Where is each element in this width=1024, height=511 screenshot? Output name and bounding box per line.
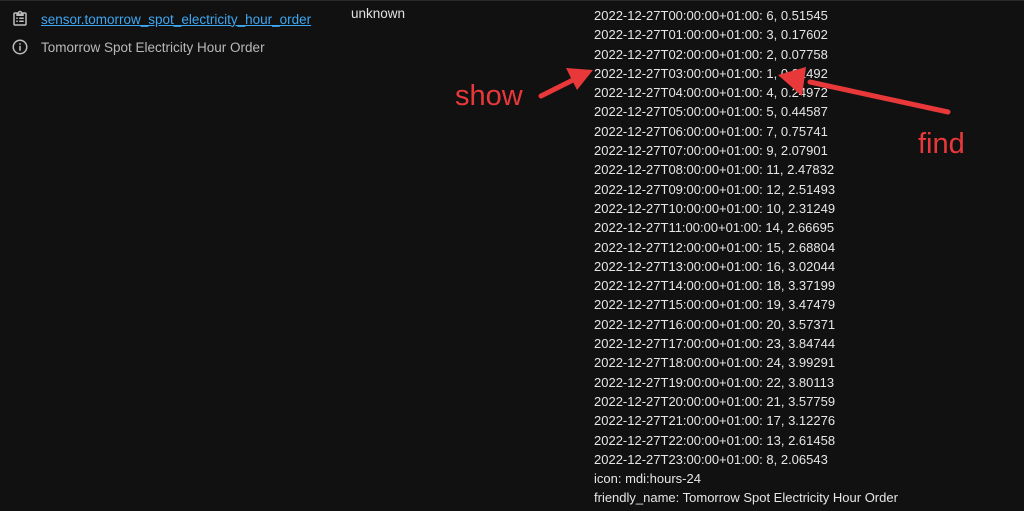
friendly-name-row: Tomorrow Spot Electricity Hour Order	[10, 36, 265, 58]
attribute-row: 2022-12-27T09:00:00+01:00: 12, 2.51493	[594, 181, 836, 197]
info-icon	[10, 37, 30, 57]
clipboard-list-icon	[10, 9, 30, 29]
attribute-row: 2022-12-27T14:00:00+01:00: 18, 3.37199	[594, 278, 836, 294]
attribute-row: icon: mdi:hours-24	[594, 471, 701, 487]
attribute-row: 2022-12-27T20:00:00+01:00: 21, 3.57759	[594, 393, 836, 409]
state-value: unknown	[351, 6, 406, 21]
attribute-row: 2022-12-27T11:00:00+01:00: 14, 2.66695	[594, 220, 835, 236]
attribute-row: 2022-12-27T01:00:00+01:00: 3, 0.17602	[594, 27, 828, 43]
attribute-row: 2022-12-27T19:00:00+01:00: 22, 3.80113	[594, 374, 835, 390]
attribute-row: 2022-12-27T05:00:00+01:00: 5, 0.44587	[594, 104, 828, 120]
attribute-row: 2022-12-27T13:00:00+01:00: 16, 3.02044	[594, 258, 836, 274]
attribute-row: 2022-12-27T18:00:00+01:00: 24, 3.99291	[594, 355, 836, 371]
attribute-row: 2022-12-27T06:00:00+01:00: 7, 0.75741	[594, 123, 828, 139]
attribute-row: 2022-12-27T12:00:00+01:00: 15, 2.68804	[594, 239, 836, 255]
attribute-row: 2022-12-27T23:00:00+01:00: 8, 2.06543	[594, 451, 828, 467]
attribute-row: 2022-12-27T00:00:00+01:00: 6, 0.51545	[594, 8, 828, 23]
show-arrow	[538, 68, 593, 99]
attribute-row: 2022-12-27T02:00:00+01:00: 2, 0.07758	[594, 46, 828, 62]
annotation-find: find	[918, 128, 965, 160]
attribute-row: 2022-12-27T08:00:00+01:00: 11, 2.47832	[594, 162, 835, 178]
entity-id-link[interactable]: sensor.tomorrow_spot_electricity_hour_or…	[41, 12, 311, 27]
attribute-row: 2022-12-27T16:00:00+01:00: 20, 3.57371	[594, 316, 836, 332]
attribute-row: 2022-12-27T17:00:00+01:00: 23, 3.84744	[594, 336, 836, 352]
attribute-row: 2022-12-27T03:00:00+01:00: 1, 0.02492	[594, 65, 828, 81]
friendly-name-text: Tomorrow Spot Electricity Hour Order	[41, 39, 265, 55]
attribute-row: 2022-12-27T21:00:00+01:00: 17, 3.12276	[594, 413, 836, 429]
attributes-list: 2022-12-27T00:00:00+01:00: 6, 0.51545 202…	[594, 6, 898, 508]
attribute-row: 2022-12-27T15:00:00+01:00: 19, 3.47479	[594, 297, 836, 313]
attribute-row: 2022-12-27T10:00:00+01:00: 10, 2.31249	[594, 200, 836, 216]
attribute-row: 2022-12-27T07:00:00+01:00: 9, 2.07901	[594, 143, 828, 159]
entity-id-row: sensor.tomorrow_spot_electricity_hour_or…	[10, 8, 311, 30]
attribute-row: 2022-12-27T22:00:00+01:00: 13, 2.61458	[594, 432, 836, 448]
annotation-show: show	[455, 80, 523, 112]
attribute-row: friendly_name: Tomorrow Spot Electricity…	[594, 490, 898, 506]
attribute-row: 2022-12-27T04:00:00+01:00: 4, 0.24972	[594, 85, 828, 101]
top-divider	[0, 0, 1024, 1]
